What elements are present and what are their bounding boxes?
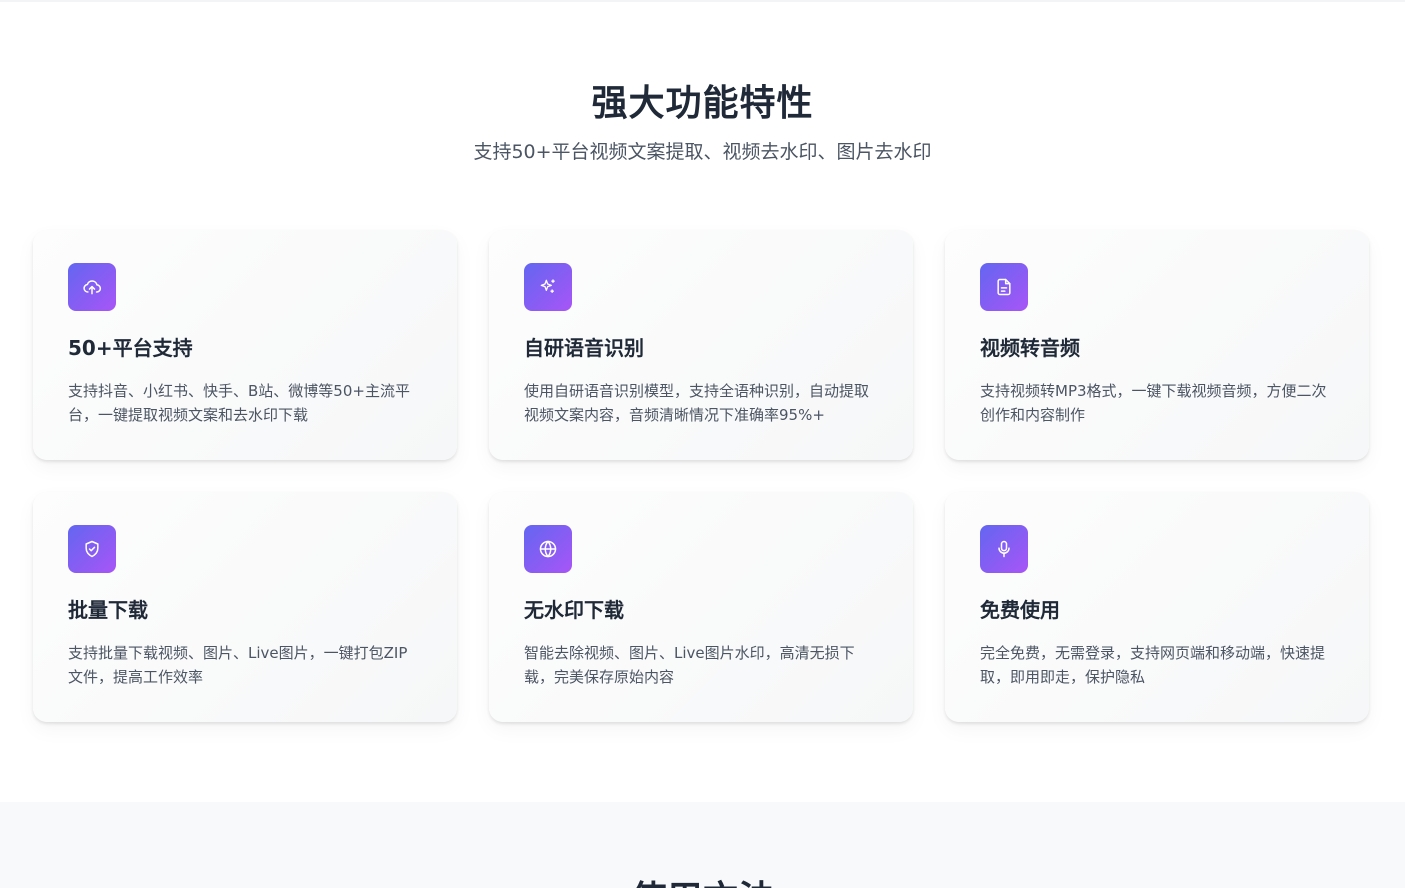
- feature-title: 免费使用: [980, 598, 1060, 622]
- feature-title: 无水印下载: [524, 598, 624, 622]
- feature-description: 支持视频转MP3格式，一键下载视频音频，方便二次创作和内容制作: [980, 382, 1327, 424]
- top-divider: [0, 0, 1405, 2]
- feature-description: 完全免费，无需登录，支持网页端和移动端，快速提取，即用即走，保护隐私: [980, 644, 1326, 686]
- feature-card-no-watermark: 无水印下载 智能去除视频、图片、Live图片水印，高清无损下载，完美保存原始内容: [489, 492, 913, 722]
- feature-description: 支持批量下载视频、图片、Live图片，一键打包ZIP文件，提高工作效率: [68, 644, 408, 686]
- next-section-title: 使用方法: [0, 876, 1405, 888]
- feature-description: 使用自研语音识别模型，支持全语种识别，自动提取视频文案内容，音频清晰情况下准确率…: [524, 382, 870, 424]
- shield-check-icon: [68, 525, 116, 573]
- microphone-icon: [980, 525, 1028, 573]
- features-grid: 50+平台支持 支持抖音、小红书、快手、B站、微博等50+主流平台，一键提取视频…: [33, 230, 1373, 725]
- feature-description: 支持抖音、小红书、快手、B站、微博等50+主流平台，一键提取视频文案和去水印下载: [68, 382, 410, 424]
- feature-card-platforms: 50+平台支持 支持抖音、小红书、快手、B站、微博等50+主流平台，一键提取视频…: [33, 230, 457, 460]
- sparkles-icon: [524, 263, 572, 311]
- feature-title: 批量下载: [68, 598, 148, 622]
- feature-card-video-to-audio: 视频转音频 支持视频转MP3格式，一键下载视频音频，方便二次创作和内容制作: [945, 230, 1369, 460]
- globe-icon: [524, 525, 572, 573]
- cloud-upload-icon: [68, 263, 116, 311]
- section-subtitle: 支持50+平台视频文案提取、视频去水印、图片去水印: [473, 141, 932, 163]
- document-icon: [980, 263, 1028, 311]
- feature-title: 自研语音识别: [524, 336, 644, 360]
- feature-card-speech-recognition: 自研语音识别 使用自研语音识别模型，支持全语种识别，自动提取视频文案内容，音频清…: [489, 230, 913, 460]
- feature-description: 智能去除视频、图片、Live图片水印，高清无损下载，完美保存原始内容: [524, 644, 855, 686]
- feature-card-batch-download: 批量下载 支持批量下载视频、图片、Live图片，一键打包ZIP文件，提高工作效率: [33, 492, 457, 722]
- feature-title: 50+平台支持: [68, 336, 193, 360]
- feature-title: 视频转音频: [980, 336, 1080, 360]
- feature-card-free-use: 免费使用 完全免费，无需登录，支持网页端和移动端，快速提取，即用即走，保护隐私: [945, 492, 1369, 722]
- section-title: 强大功能特性: [591, 83, 814, 124]
- features-page: 强大功能特性 支持50+平台视频文案提取、视频去水印、图片去水印 50+平台支持…: [0, 0, 1405, 888]
